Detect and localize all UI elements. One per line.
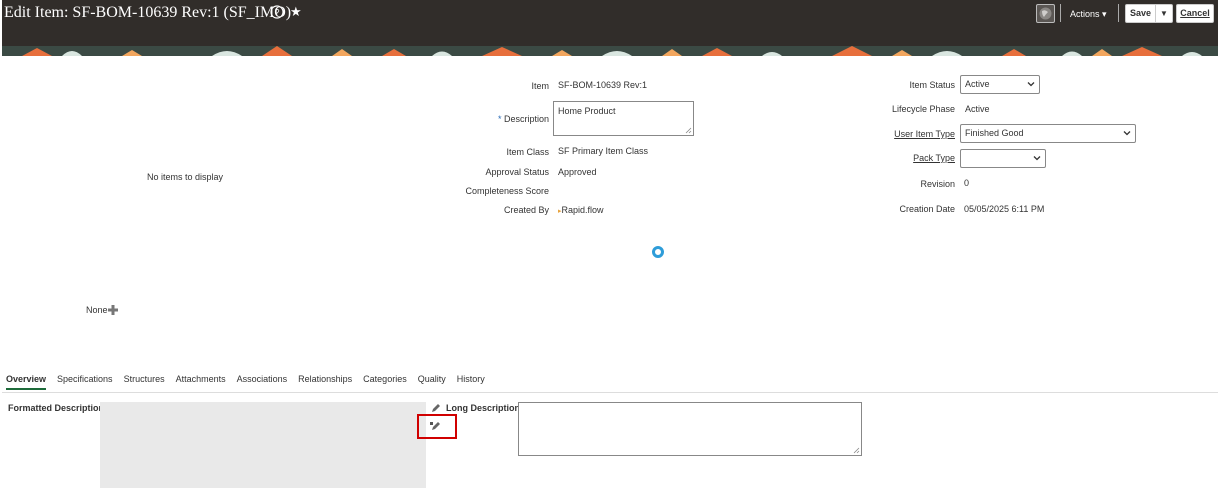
save-label: Save — [1126, 5, 1156, 22]
tab-attachments[interactable]: Attachments — [176, 374, 226, 390]
description-value: Home Product — [558, 106, 616, 116]
resize-grip-icon[interactable] — [685, 127, 692, 134]
caret-down-icon: ▾ — [1102, 9, 1107, 19]
save-menu-caret-icon[interactable]: ▼ — [1156, 5, 1172, 22]
item-status-label: Item Status — [909, 80, 955, 90]
help-icon[interactable]: ? — [270, 5, 284, 19]
required-marker: * — [497, 114, 502, 124]
description-field[interactable]: Home Product — [553, 101, 694, 136]
page-title: Edit Item: SF-BOM-10639 Rev:1 (SF_IMO) — [4, 4, 292, 21]
description-label: Description — [503, 114, 549, 124]
tab-specifications[interactable]: Specifications — [57, 374, 113, 390]
page-header: Edit Item: SF-BOM-10639 Rev:1 (SF_IMO) ?… — [2, 0, 1218, 56]
item-class-value: SF Primary Item Class — [558, 146, 649, 156]
pack-type-label: Pack Type — [913, 153, 955, 163]
lifecycle-phase-value: Active — [965, 104, 990, 114]
long-description-field[interactable] — [518, 402, 862, 456]
pencil-icon — [432, 404, 440, 412]
globe-icon — [1039, 7, 1052, 20]
creation-date-value: 05/05/2025 6:11 PM — [964, 204, 1045, 214]
item-status-value: Active — [965, 79, 990, 89]
revision-value: 0 — [964, 178, 970, 188]
save-button[interactable]: Save ▼ — [1125, 4, 1173, 23]
globe-button[interactable] — [1036, 4, 1055, 23]
actions-label: Actions — [1070, 9, 1100, 19]
approval-status-label: Approval Status — [485, 167, 549, 177]
created-by-label: Created By — [503, 205, 549, 215]
svg-text:?: ? — [274, 8, 279, 18]
user-item-type-value: Finished Good — [965, 128, 1024, 138]
header-separator — [1118, 4, 1119, 22]
chevron-down-icon — [1033, 156, 1041, 161]
header-separator — [1060, 4, 1061, 22]
user-item-type-select[interactable]: Finished Good — [960, 124, 1136, 143]
item-label: Item — [531, 81, 549, 91]
tab-categories[interactable]: Categories — [363, 374, 407, 390]
item-status-select[interactable]: Active — [960, 75, 1040, 94]
lifecycle-phase-label: Lifecycle Phase — [891, 104, 955, 114]
actions-menu[interactable]: Actions ▾ — [1070, 9, 1107, 20]
approval-status-value: Approved — [558, 167, 597, 177]
favorite-star-icon[interactable]: ★ — [290, 5, 302, 19]
tab-structures[interactable]: Structures — [124, 374, 165, 390]
item-value: SF-BOM-10639 Rev:1 — [558, 80, 648, 90]
loading-spinner-icon — [652, 246, 664, 258]
creation-date-label: Creation Date — [899, 204, 955, 214]
revision-label: Revision — [920, 179, 955, 189]
none-label: None — [86, 305, 108, 315]
cancel-button[interactable]: Cancel — [1176, 4, 1214, 23]
completeness-score-label: Completeness Score — [465, 186, 549, 196]
tab-quality[interactable]: Quality — [418, 374, 446, 390]
formatted-description-editor[interactable] — [100, 402, 426, 488]
created-by-link[interactable]: ▸Rapid.flow — [558, 205, 604, 215]
tab-overview[interactable]: Overview — [6, 374, 47, 390]
tab-history[interactable]: History — [457, 374, 485, 390]
pack-type-select[interactable] — [960, 149, 1046, 168]
resize-grip-icon[interactable] — [853, 447, 860, 454]
empty-items-message: No items to display — [147, 172, 224, 182]
long-description-label: Long Description — [446, 403, 520, 413]
header-decoration — [2, 46, 1218, 56]
created-by-value: Rapid.flow — [561, 205, 604, 215]
chevron-down-icon — [1123, 131, 1131, 136]
edit-translations-icon[interactable] — [429, 420, 441, 432]
formatted-description-label: Formatted Description — [8, 403, 105, 413]
tab-bar: Overview Specifications Structures Attac… — [6, 374, 485, 390]
tab-associations[interactable]: Associations — [237, 374, 288, 390]
chevron-down-icon — [1027, 82, 1035, 87]
tab-divider — [2, 392, 1218, 393]
description-label-group: * Description — [498, 114, 549, 124]
tab-relationships[interactable]: Relationships — [298, 374, 352, 390]
user-item-type-label: User Item Type — [894, 129, 955, 139]
item-class-label: Item Class — [506, 147, 549, 157]
add-plus-icon[interactable] — [108, 305, 118, 315]
